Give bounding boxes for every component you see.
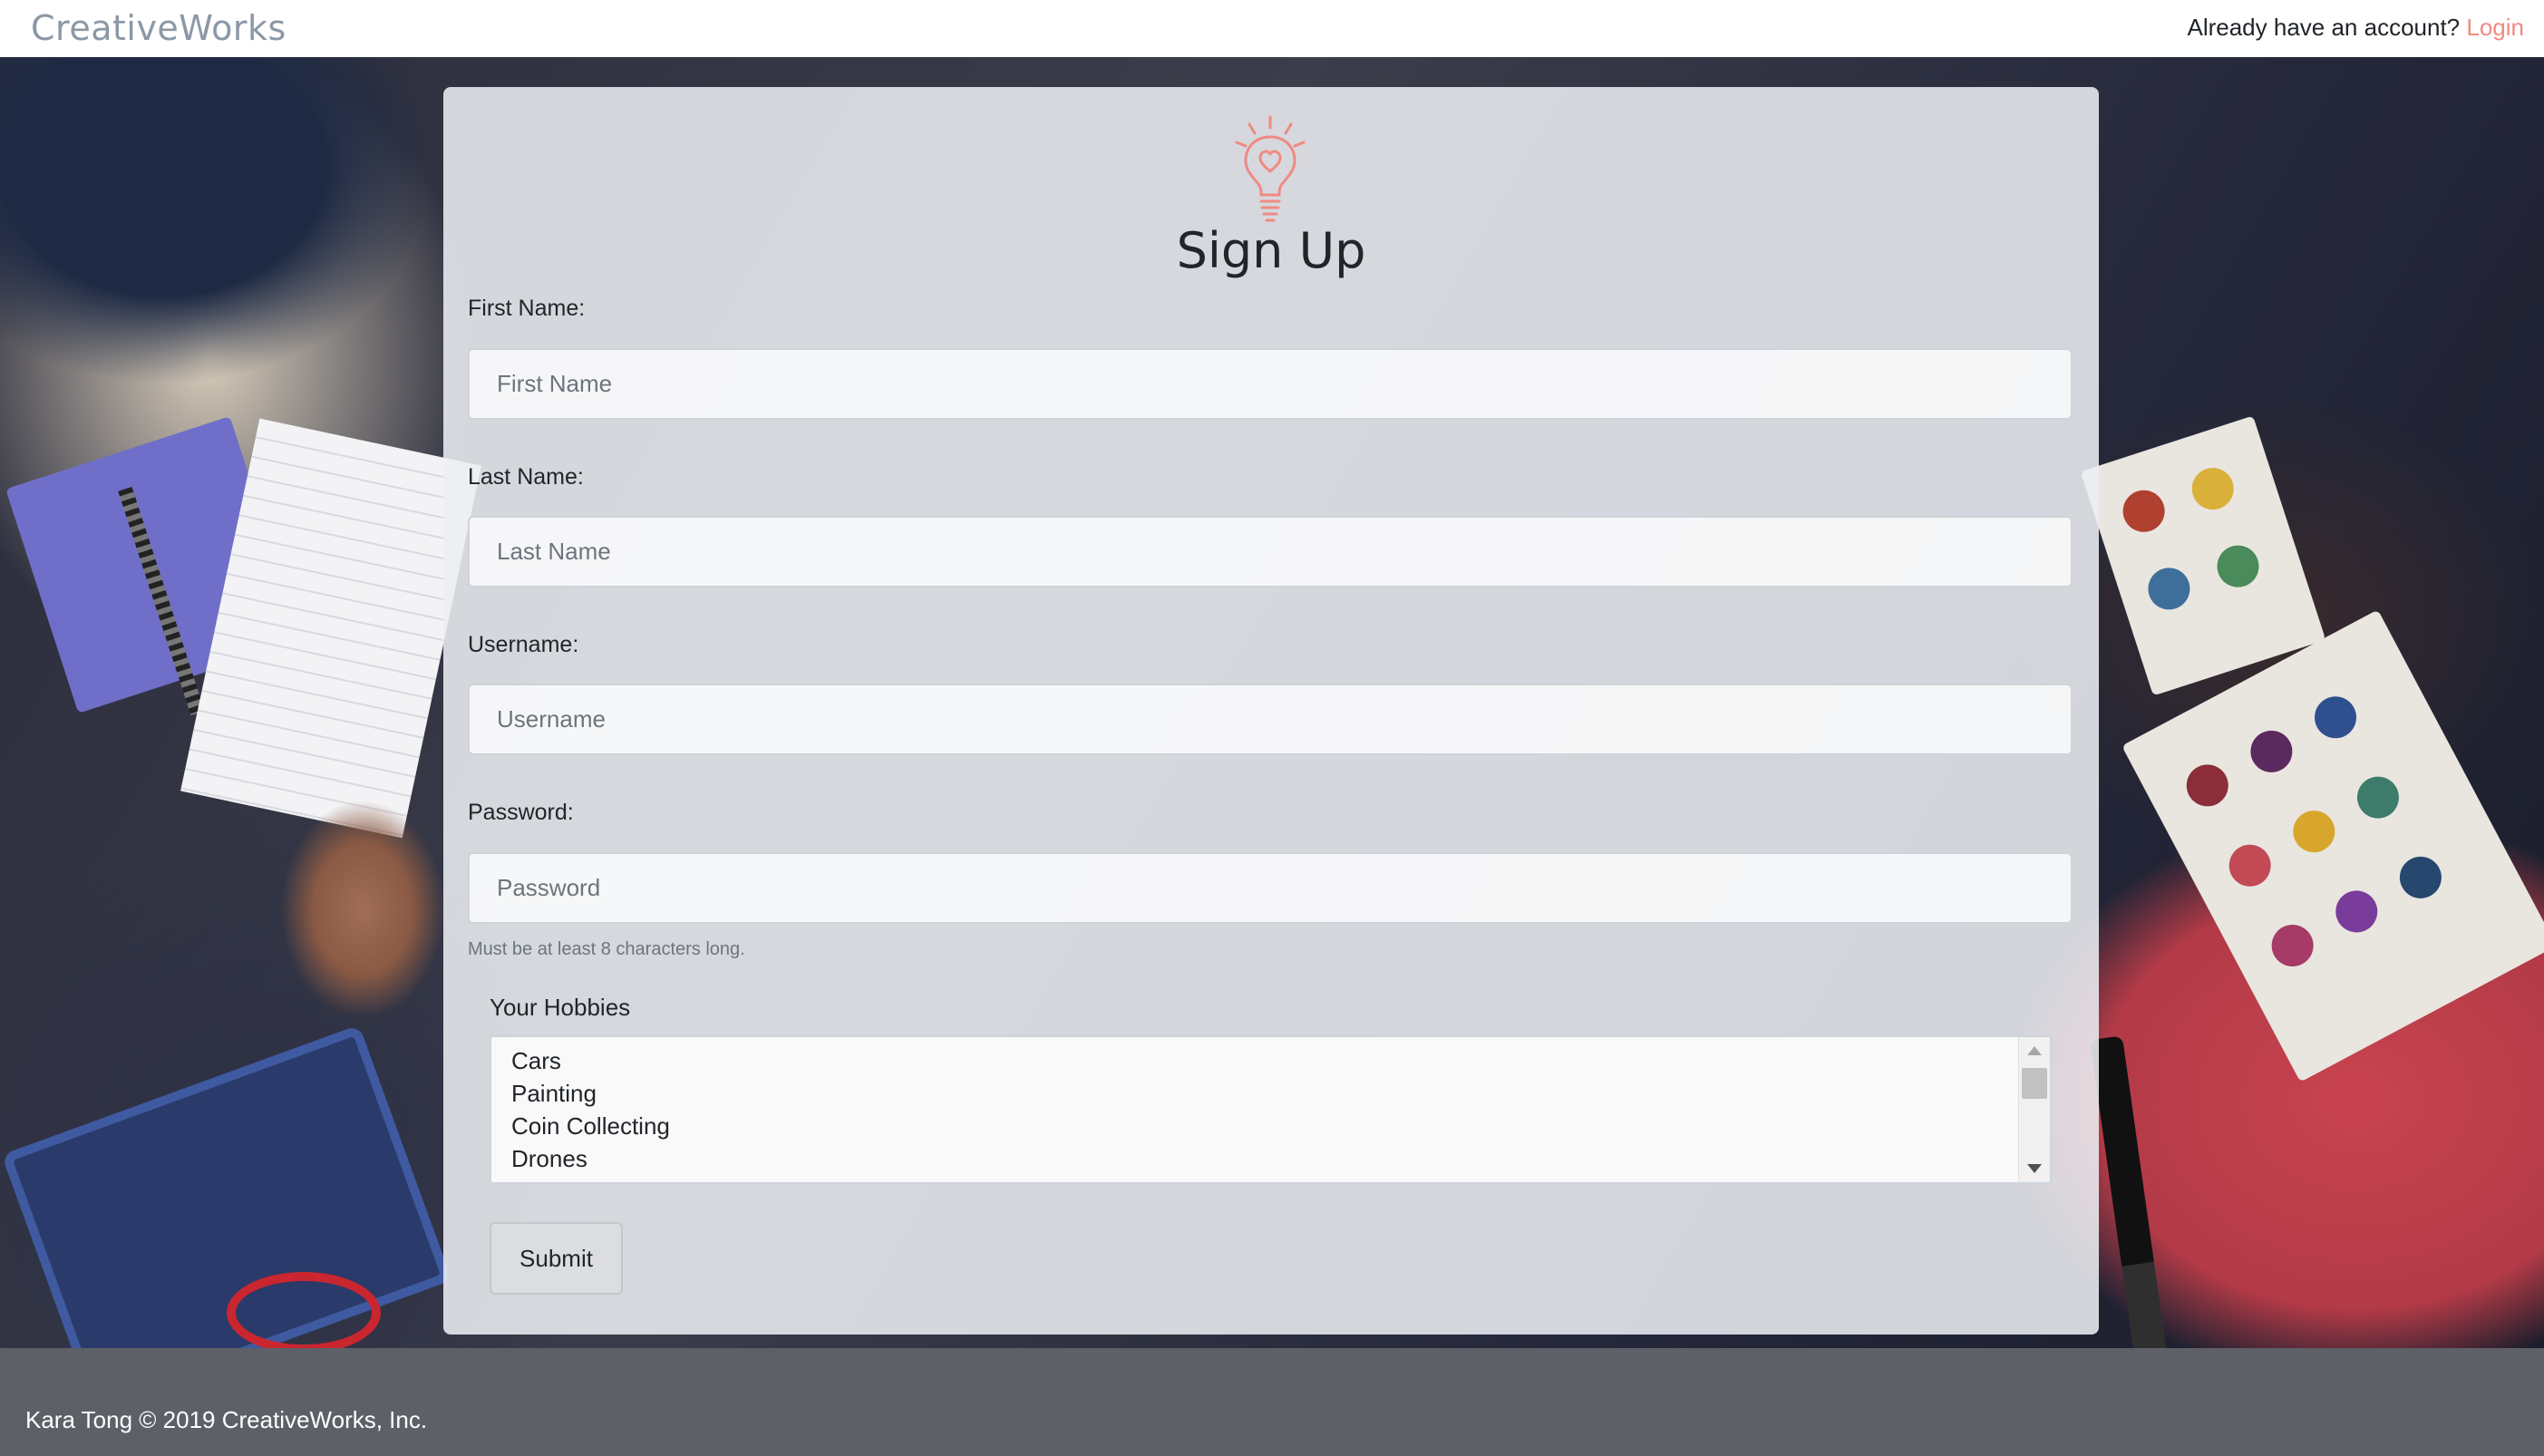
first-name-input[interactable] (468, 348, 2073, 420)
hobby-option-painting[interactable]: Painting (511, 1077, 597, 1110)
page-title: Sign Up (1176, 222, 1366, 279)
paint-dot (2264, 917, 2321, 975)
login-link[interactable]: Login (2466, 14, 2524, 41)
brand-logo[interactable]: CreativeWorks (31, 5, 286, 51)
submit-button[interactable]: Submit (490, 1222, 623, 1295)
paint-dot (2328, 883, 2385, 940)
password-help-text: Must be at least 8 characters long. (468, 939, 745, 959)
listbox-scrollbar[interactable] (2018, 1037, 2050, 1182)
paint-dot (2186, 462, 2239, 516)
paint-dot (2211, 539, 2265, 593)
scrollbar-thumb[interactable] (2022, 1068, 2047, 1099)
hobby-option-cars[interactable]: Cars (511, 1044, 561, 1077)
paint-dot (2392, 849, 2450, 906)
paint-dot (2142, 562, 2196, 616)
paint-dot (2349, 769, 2407, 826)
footer (0, 1348, 2544, 1456)
last-name-label: Last Name: (468, 464, 584, 490)
username-input[interactable] (468, 684, 2073, 755)
account-prompt-text: Already have an account? (2187, 14, 2461, 41)
paint-dot (2117, 484, 2170, 538)
footer-copyright: Kara Tong © 2019 CreativeWorks, Inc. (25, 1406, 428, 1433)
scroll-up-arrow-icon[interactable] (2027, 1046, 2042, 1055)
background-scissors (227, 1272, 381, 1348)
lightbulb-heart-icon (1235, 115, 1306, 222)
hobbies-listbox[interactable]: Cars Painting Coin Collecting Drones (490, 1035, 2052, 1184)
account-prompt: Already have an account? Login (2187, 13, 2524, 42)
background-foot (272, 801, 453, 1027)
paint-dot (2179, 757, 2236, 814)
paint-dot (2221, 837, 2278, 894)
first-name-label: First Name: (468, 296, 586, 321)
top-navbar: CreativeWorks Already have an account? L… (0, 0, 2544, 57)
password-label: Password: (468, 800, 574, 825)
hobby-option-drones[interactable]: Drones (511, 1142, 587, 1175)
password-input[interactable] (468, 852, 2073, 924)
paint-dot (2286, 803, 2343, 860)
username-label: Username: (468, 632, 579, 657)
last-name-input[interactable] (468, 516, 2073, 587)
paint-dot (2306, 689, 2364, 746)
hobby-option-coin-collecting[interactable]: Coin Collecting (511, 1110, 670, 1142)
hobbies-label: Your Hobbies (490, 994, 631, 1021)
scroll-down-arrow-icon[interactable] (2027, 1164, 2042, 1173)
paint-dot (2243, 723, 2300, 780)
background-leg (0, 57, 435, 402)
